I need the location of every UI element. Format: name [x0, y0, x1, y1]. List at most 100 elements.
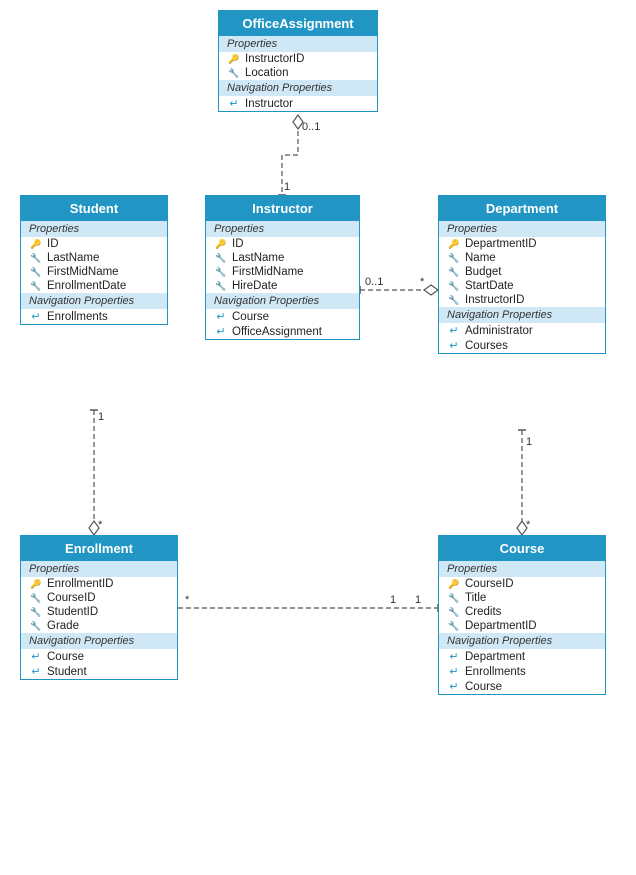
properties-label: Properties	[206, 221, 359, 237]
wrench-icon	[214, 267, 228, 278]
wrench-icon	[29, 607, 43, 618]
property-row: FirstMidName	[206, 265, 359, 279]
wrench-icon	[447, 253, 461, 264]
nav-properties-label: Navigation Properties	[439, 633, 605, 649]
properties-label: Properties	[439, 221, 605, 237]
key-icon	[447, 239, 461, 250]
property-row: HireDate	[206, 279, 359, 293]
property-row: LastName	[206, 251, 359, 265]
property-row: Course	[439, 679, 605, 694]
nav-administrator: Administrator	[465, 325, 533, 337]
nav-icon	[447, 680, 461, 693]
connectors-svg: 0..1 1 1 * 0..1 * 1 *	[0, 0, 636, 875]
svg-text:*: *	[526, 519, 531, 531]
property-row: ID	[206, 237, 359, 251]
svg-text:*: *	[420, 276, 425, 288]
property-row: CourseID	[439, 577, 605, 591]
prop-hiredate: HireDate	[232, 280, 277, 292]
prop-instructorid: InstructorID	[245, 53, 304, 65]
property-row: ID	[21, 237, 167, 251]
diagram-container: 0..1 1 1 * 0..1 * 1 *	[0, 0, 636, 875]
nav-icon	[447, 324, 461, 337]
nav-properties-label: Navigation Properties	[439, 307, 605, 323]
property-row: Grade	[21, 619, 177, 633]
nav-icon	[447, 339, 461, 352]
property-row: Instructor	[219, 96, 377, 111]
entity-student-title: Student	[21, 196, 167, 221]
svg-text:0..1: 0..1	[365, 276, 383, 288]
prop-id: ID	[47, 238, 59, 250]
prop-budget: Budget	[465, 266, 501, 278]
nav-icon	[29, 665, 43, 678]
prop-courseid: CourseID	[465, 578, 514, 590]
entity-student: Student Properties ID LastName FirstMidN…	[20, 195, 168, 325]
svg-text:0..1: 0..1	[302, 121, 320, 133]
prop-enrollmentid: EnrollmentID	[47, 578, 113, 590]
wrench-icon	[29, 281, 43, 292]
property-row: Enrollments	[439, 664, 605, 679]
nav-icon	[447, 650, 461, 663]
nav-course: Course	[232, 311, 269, 323]
wrench-icon	[447, 621, 461, 632]
wrench-icon	[447, 267, 461, 278]
prop-instructorid: InstructorID	[465, 294, 524, 306]
wrench-icon	[227, 68, 241, 79]
nav-icon	[227, 97, 241, 110]
nav-officeassignment: OfficeAssignment	[232, 326, 322, 338]
properties-label: Properties	[439, 561, 605, 577]
prop-enrollmentdate: EnrollmentDate	[47, 280, 126, 292]
property-row: Department	[439, 649, 605, 664]
wrench-icon	[447, 281, 461, 292]
wrench-icon	[447, 593, 461, 604]
entity-department-title: Department	[439, 196, 605, 221]
prop-name: Name	[465, 252, 496, 264]
entity-department: Department Properties DepartmentID Name …	[438, 195, 606, 354]
key-icon	[29, 579, 43, 590]
prop-firstmidname: FirstMidName	[47, 266, 119, 278]
properties-label: Properties	[219, 36, 377, 52]
prop-location: Location	[245, 67, 288, 79]
svg-text:1: 1	[390, 594, 396, 606]
property-row: FirstMidName	[21, 265, 167, 279]
property-row: StartDate	[439, 279, 605, 293]
nav-enrollments: Enrollments	[465, 666, 526, 678]
prop-departmentid: DepartmentID	[465, 620, 537, 632]
svg-text:1: 1	[526, 436, 532, 448]
nav-icon	[29, 310, 43, 323]
nav-properties-label: Navigation Properties	[21, 633, 177, 649]
entity-officeassignment: OfficeAssignment Properties InstructorID…	[218, 10, 378, 112]
key-icon	[29, 239, 43, 250]
property-row: Credits	[439, 605, 605, 619]
nav-courses: Courses	[465, 340, 508, 352]
nav-instructor: Instructor	[245, 98, 293, 110]
entity-course-title: Course	[439, 536, 605, 561]
property-row: Budget	[439, 265, 605, 279]
property-row: Enrollments	[21, 309, 167, 324]
property-row: Course	[21, 649, 177, 664]
property-row: Student	[21, 664, 177, 679]
wrench-icon	[447, 295, 461, 306]
property-row: Title	[439, 591, 605, 605]
prop-grade: Grade	[47, 620, 79, 632]
properties-label: Properties	[21, 561, 177, 577]
prop-courseid: CourseID	[47, 592, 96, 604]
property-row: Location	[219, 66, 377, 80]
prop-lastname: LastName	[47, 252, 99, 264]
property-row: EnrollmentID	[21, 577, 177, 591]
wrench-icon	[214, 253, 228, 264]
prop-departmentid: DepartmentID	[465, 238, 537, 250]
nav-course: Course	[465, 681, 502, 693]
prop-id: ID	[232, 238, 244, 250]
prop-title: Title	[465, 592, 486, 604]
prop-firstmidname: FirstMidName	[232, 266, 304, 278]
entity-officeassignment-title: OfficeAssignment	[219, 11, 377, 36]
wrench-icon	[29, 253, 43, 264]
key-icon	[447, 579, 461, 590]
property-row: DepartmentID	[439, 237, 605, 251]
property-row: Courses	[439, 338, 605, 353]
property-row: CourseID	[21, 591, 177, 605]
svg-text:*: *	[185, 594, 190, 606]
svg-text:1: 1	[98, 411, 104, 423]
properties-label: Properties	[21, 221, 167, 237]
property-row: LastName	[21, 251, 167, 265]
